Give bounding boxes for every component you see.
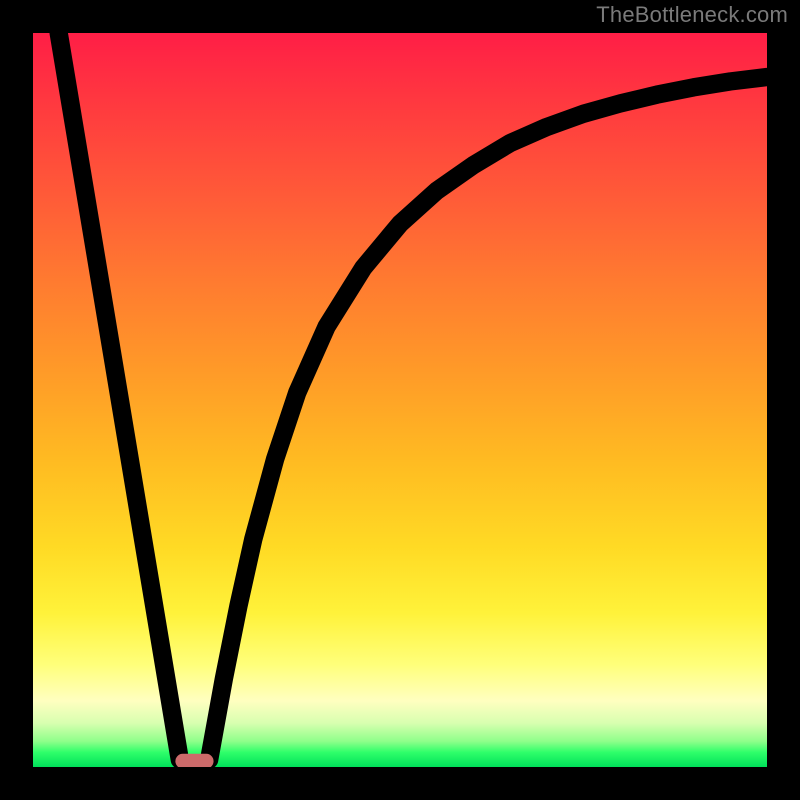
- plot-svg: [33, 33, 767, 767]
- curve-right: [209, 77, 767, 760]
- curve-left: [59, 33, 180, 760]
- plot-area: [33, 33, 767, 767]
- chart-frame: TheBottleneck.com: [0, 0, 800, 800]
- minimum-marker: [175, 754, 213, 767]
- watermark-text: TheBottleneck.com: [596, 2, 788, 28]
